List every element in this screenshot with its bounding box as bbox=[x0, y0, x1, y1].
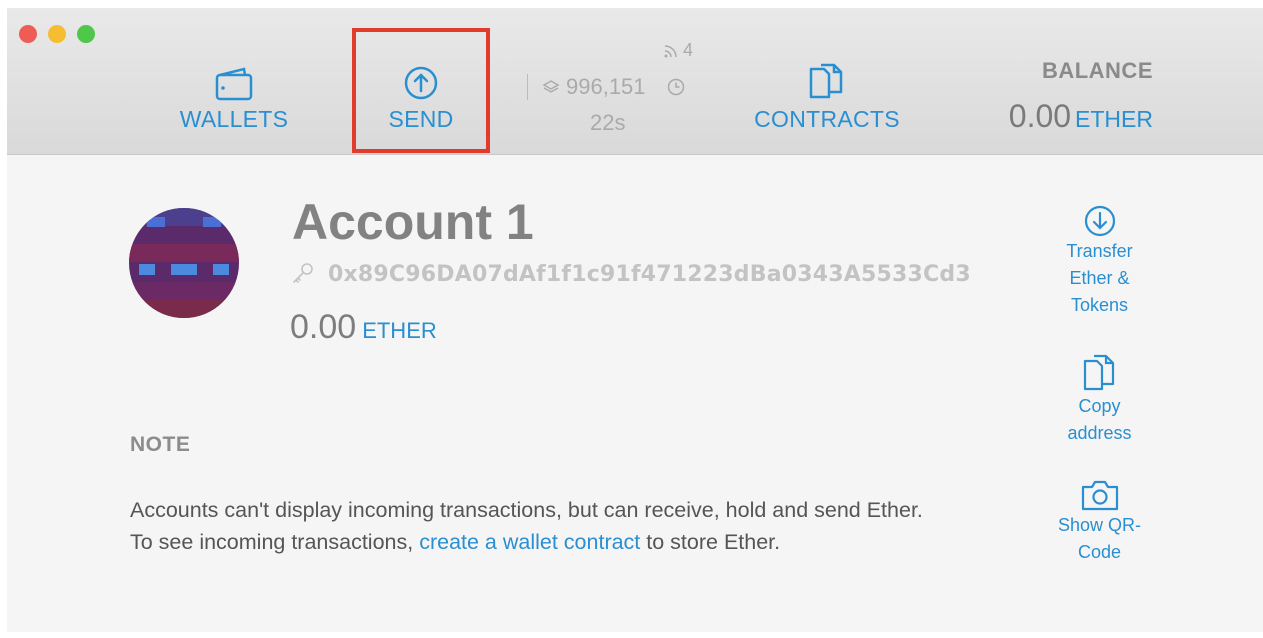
create-wallet-contract-link[interactable]: create a wallet contract bbox=[419, 530, 640, 554]
camera-icon bbox=[1081, 480, 1118, 511]
qr-label: Show QR- Code bbox=[1058, 512, 1141, 566]
close-window-button[interactable] bbox=[19, 25, 37, 43]
note-line-2: To see incoming transactions, create a w… bbox=[130, 526, 1030, 558]
account-address[interactable]: 0x89C96DA07dAf1f1c91f471223dBa0343A5533C… bbox=[328, 262, 971, 287]
nav-wallets-label: WALLETS bbox=[179, 106, 289, 132]
balance-label: BALANCE bbox=[1041, 58, 1153, 83]
arrow-up-circle-icon bbox=[404, 66, 438, 100]
transfer-ether-tokens-button[interactable]: Transfer Ether & Tokens bbox=[1047, 204, 1152, 319]
account-balance-value: 0.00 bbox=[290, 308, 357, 346]
maximize-window-button[interactable] bbox=[77, 25, 95, 43]
sync-status: 4 996,151 22s bbox=[527, 40, 707, 140]
top-navigation-bar: WALLETS SEND 4 996,151 22s CONTRACTS BAL… bbox=[7, 8, 1263, 155]
copy-label-line-2: address bbox=[1067, 423, 1132, 443]
time-since-block: 22s bbox=[590, 110, 626, 135]
show-qr-code-button[interactable]: Show QR- Code bbox=[1047, 478, 1152, 566]
nav-contracts-label: CONTRACTS bbox=[754, 106, 900, 132]
status-divider bbox=[527, 74, 528, 100]
peer-count: 4 bbox=[662, 40, 693, 61]
transfer-label: Transfer Ether & Tokens bbox=[1066, 238, 1132, 319]
wallet-window: WALLETS SEND 4 996,151 22s CONTRACTS BAL… bbox=[7, 8, 1263, 632]
transfer-label-line-2: Ether & bbox=[1069, 268, 1130, 288]
qr-label-line-2: Code bbox=[1077, 542, 1122, 562]
note-title: NOTE bbox=[130, 433, 191, 456]
account-name: Account 1 bbox=[292, 194, 534, 250]
key-icon bbox=[293, 263, 313, 283]
qr-label-line-1: Show QR- bbox=[1057, 515, 1142, 535]
minimize-window-button[interactable] bbox=[48, 25, 66, 43]
nav-send-label: SEND bbox=[388, 106, 454, 132]
account-balance-unit: ETHER bbox=[362, 318, 437, 343]
balance-unit: ETHER bbox=[1075, 106, 1153, 132]
header-balance: BALANCE 0.00 ETHER bbox=[1009, 58, 1153, 135]
nav-wallets[interactable]: WALLETS bbox=[179, 8, 289, 155]
note-line-1: Accounts can't display incoming transact… bbox=[130, 498, 923, 522]
nav-send[interactable]: SEND bbox=[352, 28, 490, 153]
layers-icon bbox=[542, 80, 560, 93]
account-avatar bbox=[129, 208, 239, 318]
copy-label: Copy address bbox=[1067, 393, 1131, 447]
copy-address-button[interactable]: Copy address bbox=[1047, 353, 1152, 447]
copy-documents-icon bbox=[1083, 354, 1114, 391]
transfer-label-line-1: Transfer bbox=[1066, 241, 1133, 261]
note-text: Accounts can't display incoming transact… bbox=[130, 494, 1030, 558]
note-line-2-before: To see incoming transactions, bbox=[130, 530, 420, 554]
balance-value: 0.00 bbox=[1008, 98, 1072, 134]
peer-count-value: 4 bbox=[683, 40, 694, 60]
transfer-label-line-3: Tokens bbox=[1070, 295, 1129, 315]
nav-contracts[interactable]: CONTRACTS bbox=[752, 8, 902, 155]
clock-icon bbox=[667, 78, 684, 96]
account-address-row: 0x89C96DA07dAf1f1c91f471223dBa0343A5533C… bbox=[290, 261, 971, 287]
note-line-2-after: to store Ether. bbox=[640, 530, 781, 554]
block-number: 996,151 bbox=[527, 74, 686, 100]
arrow-down-circle-icon bbox=[1084, 205, 1115, 237]
signal-icon bbox=[664, 44, 677, 57]
balance-amount: 0.00 ETHER bbox=[1009, 98, 1153, 135]
wallet-icon bbox=[215, 67, 253, 101]
account-balance: 0.00 ETHER bbox=[290, 308, 437, 347]
documents-icon bbox=[809, 63, 843, 99]
copy-label-line-1: Copy bbox=[1078, 396, 1121, 416]
block-number-value: 996,151 bbox=[566, 74, 646, 99]
identicon bbox=[129, 208, 239, 318]
